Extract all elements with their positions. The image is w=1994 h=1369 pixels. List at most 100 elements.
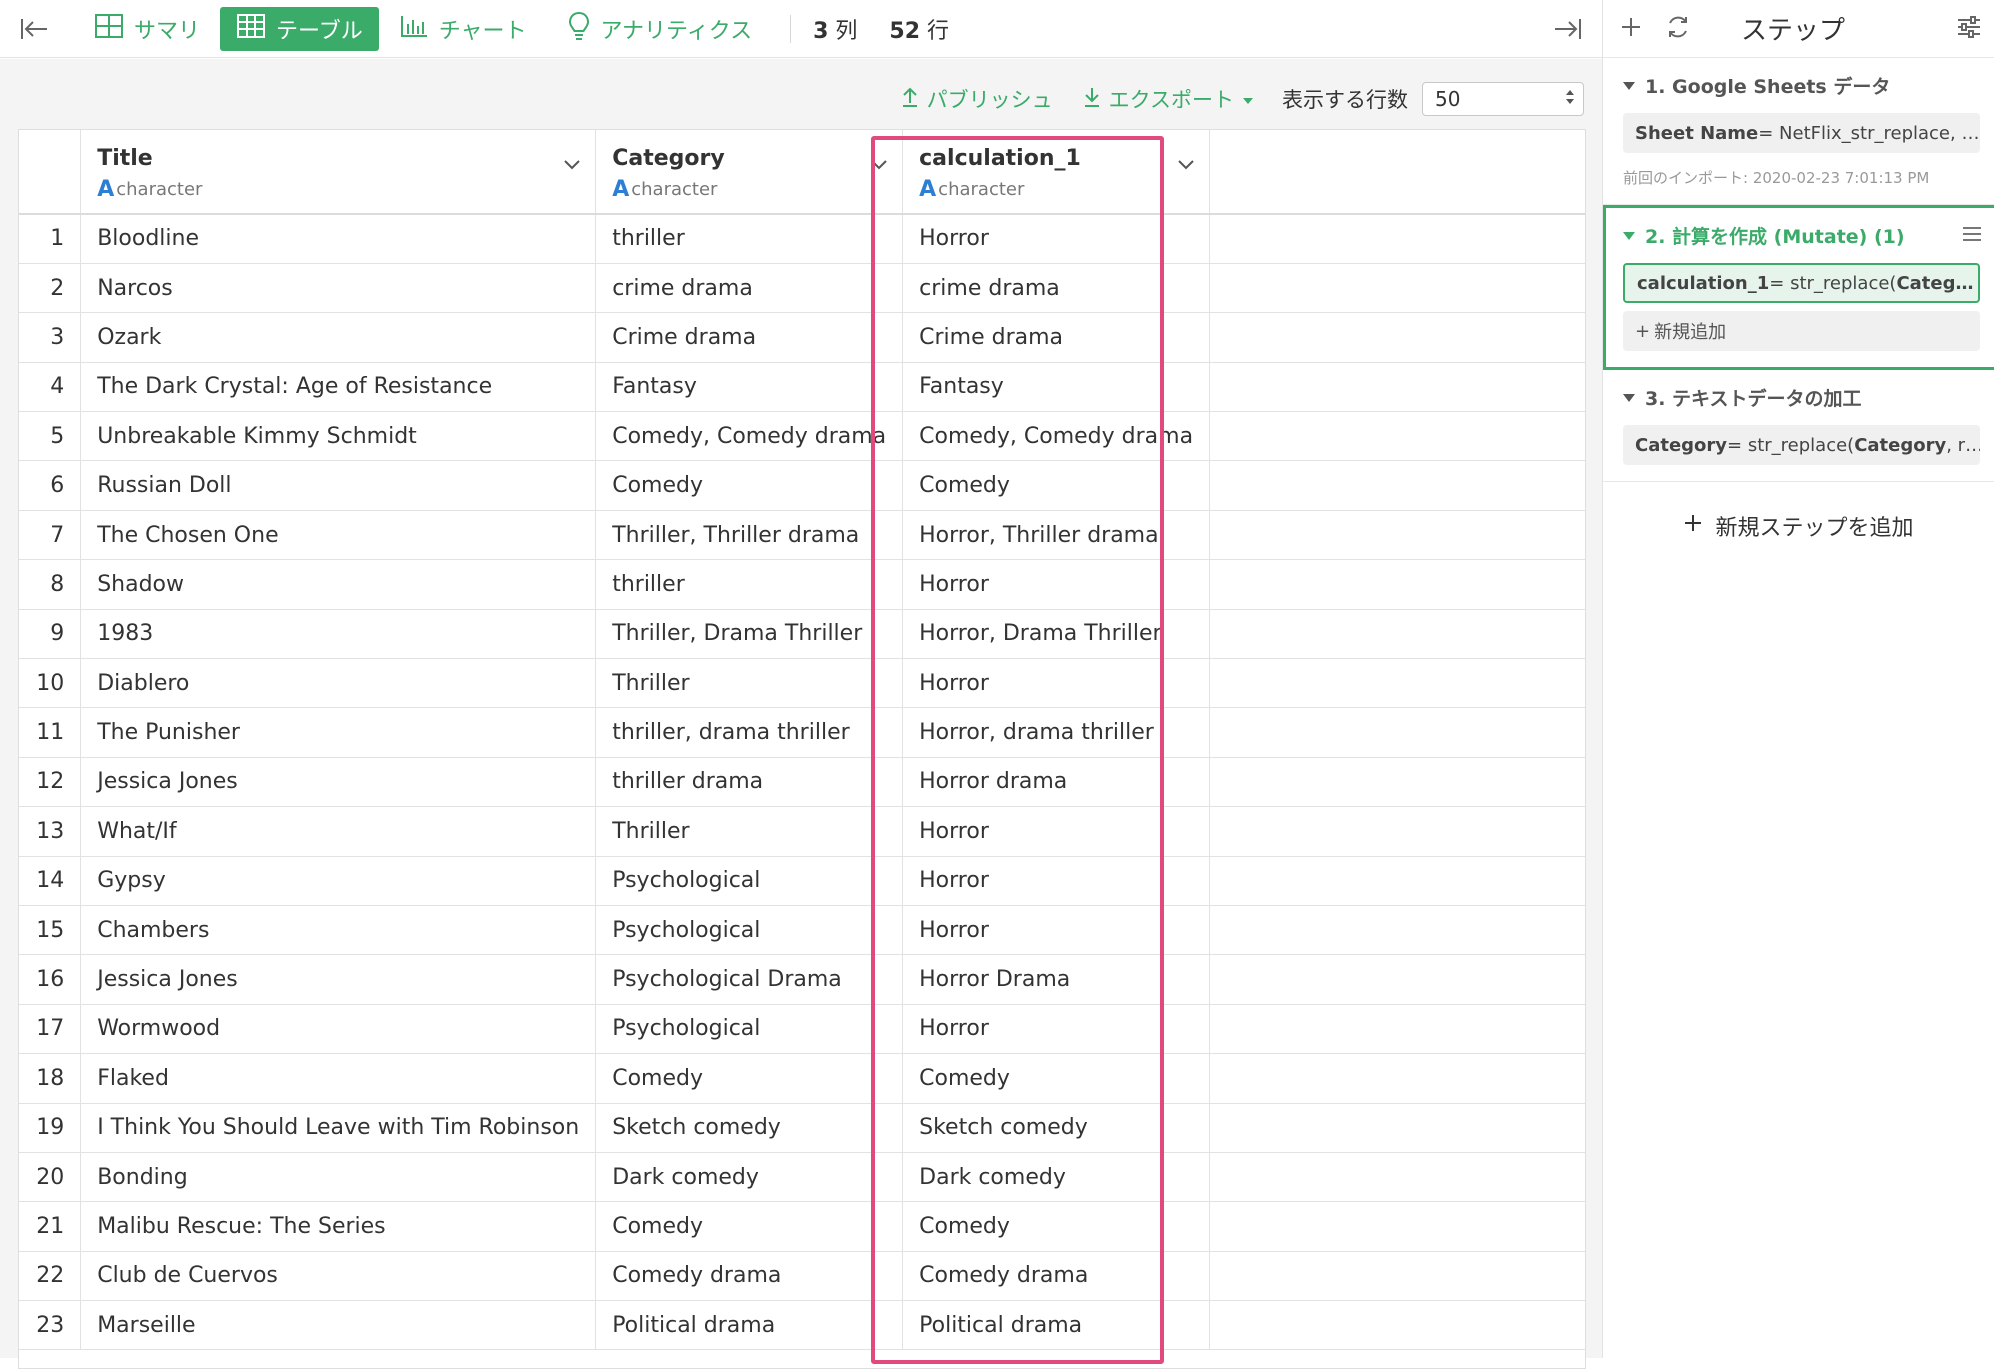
table-cell[interactable]: 1983 <box>80 609 597 660</box>
table-cell[interactable]: Bloodline <box>80 214 597 264</box>
step-2-mutate[interactable]: 2. 計算を作成 (Mutate) (1) calculation_1 = st… <box>1603 205 1994 370</box>
table-cell[interactable]: Malibu Rescue: The Series <box>80 1201 597 1252</box>
table-cell[interactable]: Ozark <box>80 312 597 363</box>
row-number-cell[interactable]: 13 <box>19 806 82 857</box>
table-cell[interactable]: thriller <box>595 214 904 264</box>
row-number-cell[interactable]: 21 <box>19 1201 82 1252</box>
table-cell[interactable]: Horror <box>902 559 1211 610</box>
table-cell[interactable]: Comedy <box>595 460 904 511</box>
table-cell[interactable]: thriller, drama thriller <box>595 707 904 758</box>
row-number-cell[interactable]: 16 <box>19 954 82 1005</box>
table-cell[interactable]: Narcos <box>80 263 597 314</box>
table-cell[interactable]: Comedy <box>902 1201 1211 1252</box>
table-cell[interactable]: Russian Doll <box>80 460 597 511</box>
step-command-chip-selected[interactable]: calculation_1 = str_replace(Categ… <box>1623 263 1980 303</box>
row-number-cell[interactable]: 12 <box>19 757 82 808</box>
row-number-cell[interactable]: 15 <box>19 905 82 956</box>
row-number-cell[interactable]: 4 <box>19 362 82 413</box>
table-cell[interactable]: Psychological <box>595 905 904 956</box>
row-number-cell[interactable]: 5 <box>19 411 82 462</box>
row-number-cell[interactable]: 22 <box>19 1251 82 1302</box>
table-cell[interactable]: What/If <box>80 806 597 857</box>
table-cell[interactable]: Fantasy <box>902 362 1211 413</box>
tab-table[interactable]: テーブル <box>220 6 379 51</box>
refresh-icon[interactable] <box>1665 14 1691 44</box>
table-cell[interactable]: Thriller, Thriller drama <box>595 510 904 561</box>
table-cell[interactable]: Wormwood <box>80 1004 597 1055</box>
row-number-cell[interactable]: 9 <box>19 609 82 660</box>
table-cell[interactable]: Crime drama <box>595 312 904 363</box>
tab-summary[interactable]: サマリ <box>78 7 216 51</box>
table-cell[interactable]: Psychological Drama <box>595 954 904 1005</box>
table-cell[interactable]: Comedy <box>902 460 1211 511</box>
table-cell[interactable]: Horror drama <box>902 757 1211 808</box>
table-cell[interactable]: thriller drama <box>595 757 904 808</box>
row-number-cell[interactable]: 19 <box>19 1103 82 1153</box>
row-number-cell[interactable]: 1 <box>19 214 82 264</box>
collapse-triangle-icon[interactable] <box>1623 81 1635 90</box>
table-cell[interactable]: Dark comedy <box>902 1152 1211 1203</box>
step-3-text-processing[interactable]: 3. テキストデータの加工 Category = str_replace(Cat… <box>1603 370 1994 482</box>
hamburger-menu-icon[interactable] <box>1962 226 1982 246</box>
column-header-category[interactable]: Category Acharacter <box>595 130 904 215</box>
table-cell[interactable]: Jessica Jones <box>80 954 597 1005</box>
table-cell[interactable]: Club de Cuervos <box>80 1251 597 1302</box>
row-number-cell[interactable]: 20 <box>19 1152 82 1203</box>
step-command-chip[interactable]: Category = str_replace(Category, r… <box>1623 425 1980 465</box>
add-new-command-button[interactable]: + 新規追加 <box>1623 311 1980 351</box>
table-cell[interactable]: Chambers <box>80 905 597 956</box>
rows-per-page-select[interactable]: 50 <box>1422 82 1584 116</box>
table-cell[interactable]: Comedy, Comedy drama <box>902 411 1211 462</box>
table-cell[interactable]: Comedy drama <box>902 1251 1211 1302</box>
settings-sliders-icon[interactable] <box>1956 15 1982 43</box>
table-cell[interactable]: Gypsy <box>80 856 597 906</box>
table-cell[interactable]: Sketch comedy <box>902 1103 1211 1153</box>
row-number-cell[interactable]: 14 <box>19 856 82 906</box>
table-cell[interactable]: Horror <box>902 658 1211 709</box>
table-cell[interactable]: Thriller <box>595 806 904 857</box>
table-cell[interactable]: Sketch comedy <box>595 1103 904 1153</box>
table-cell[interactable]: The Chosen One <box>80 510 597 561</box>
table-cell[interactable]: Horror <box>902 806 1211 857</box>
collapse-right-icon[interactable] <box>1546 7 1590 51</box>
table-cell[interactable]: Horror <box>902 1004 1211 1055</box>
row-number-cell[interactable]: 10 <box>19 658 82 709</box>
table-cell[interactable]: Comedy <box>595 1053 904 1104</box>
row-number-cell[interactable]: 23 <box>19 1300 82 1351</box>
table-cell[interactable]: Horror <box>902 856 1211 906</box>
tab-analytics[interactable]: アナリティクス <box>552 7 768 51</box>
chevron-down-icon[interactable] <box>1177 152 1195 177</box>
collapse-left-icon[interactable] <box>12 7 56 51</box>
tab-chart[interactable]: チャート <box>383 7 543 51</box>
table-cell[interactable]: Comedy <box>902 1053 1211 1104</box>
table-cell[interactable]: crime drama <box>595 263 904 314</box>
table-cell[interactable]: Horror, drama thriller <box>902 707 1211 758</box>
table-cell[interactable]: Horror, Drama Thriller <box>902 609 1211 660</box>
table-cell[interactable]: Psychological <box>595 856 904 906</box>
table-cell[interactable]: The Dark Crystal: Age of Resistance <box>80 362 597 413</box>
table-cell[interactable]: Comedy drama <box>595 1251 904 1302</box>
plus-icon[interactable] <box>1619 15 1643 43</box>
table-cell[interactable]: Jessica Jones <box>80 757 597 808</box>
table-cell[interactable]: The Punisher <box>80 707 597 758</box>
table-cell[interactable]: Psychological <box>595 1004 904 1055</box>
collapse-triangle-icon[interactable] <box>1623 393 1635 402</box>
row-number-cell[interactable]: 3 <box>19 312 82 363</box>
table-cell[interactable]: Political drama <box>902 1300 1211 1351</box>
table-cell[interactable]: crime drama <box>902 263 1211 314</box>
row-number-cell[interactable]: 7 <box>19 510 82 561</box>
row-number-cell[interactable]: 8 <box>19 559 82 610</box>
table-cell[interactable]: Flaked <box>80 1053 597 1104</box>
step-command-chip[interactable]: Sheet Name = NetFlix_str_replace, … <box>1623 113 1980 153</box>
table-cell[interactable]: Political drama <box>595 1300 904 1351</box>
table-cell[interactable]: Horror <box>902 214 1211 264</box>
collapse-triangle-icon[interactable] <box>1623 231 1635 240</box>
publish-button[interactable]: パブリッシュ <box>901 84 1053 114</box>
chevron-down-icon[interactable] <box>870 152 888 177</box>
table-cell[interactable]: Crime drama <box>902 312 1211 363</box>
export-button[interactable]: エクスポート <box>1083 84 1254 114</box>
table-cell[interactable]: Fantasy <box>595 362 904 413</box>
table-cell[interactable]: Horror, Thriller drama <box>902 510 1211 561</box>
table-cell[interactable]: thriller <box>595 559 904 610</box>
row-number-cell[interactable]: 11 <box>19 707 82 758</box>
